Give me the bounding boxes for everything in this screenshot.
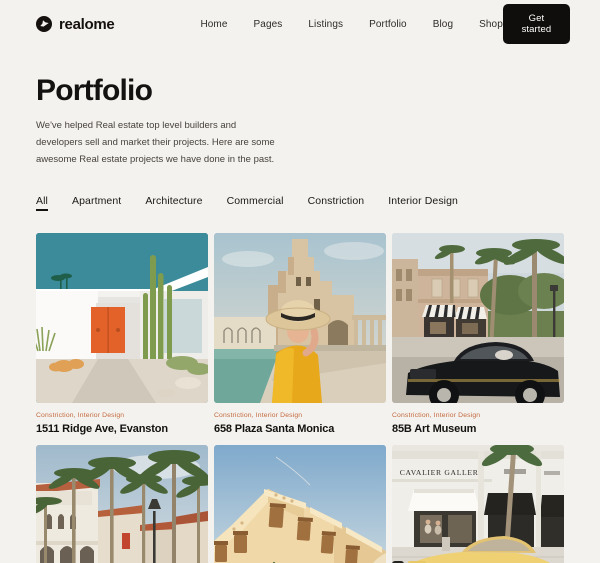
filter-tab-architecture[interactable]: Architecture	[145, 195, 202, 211]
project-title: 85B Art Museum	[392, 422, 477, 435]
nav-link-pages[interactable]: Pages	[254, 19, 283, 30]
portfolio-page: realome Home Pages Listings Portfolio Bl…	[0, 0, 600, 563]
site-header: realome Home Pages Listings Portfolio Bl…	[0, 0, 600, 48]
project-thumbnail[interactable]	[214, 232, 386, 403]
compass-circle-icon	[36, 16, 52, 32]
header-cta-container: Get started	[502, 4, 570, 44]
project-thumbnail[interactable]	[36, 232, 208, 403]
project-title: 1511 Ridge Ave, Evanston	[36, 422, 168, 435]
filter-tab-apartment[interactable]: Apartment	[72, 195, 121, 211]
project-card[interactable]	[36, 444, 208, 563]
project-tags: Constriction, Interior Design	[36, 411, 125, 419]
page-description: We've helped Real estate top level build…	[36, 120, 275, 165]
nav-link-listings[interactable]: Listings	[308, 19, 343, 30]
category-filter-bar: All Apartment Architecture Commercial Co…	[0, 169, 600, 211]
brand-logo[interactable]: realome	[36, 15, 115, 33]
brand-name: realome	[59, 15, 115, 33]
vintage-car-storefront-image	[392, 232, 564, 403]
yellow-car-gallery-image: CAVALIER GALLERY	[392, 444, 564, 563]
midcentury-house-image	[36, 232, 208, 403]
portfolio-grid: Constriction, Interior Design 1511 Ridge…	[0, 211, 600, 563]
project-thumbnail[interactable]	[392, 232, 564, 403]
filter-tab-all[interactable]: All	[36, 195, 48, 211]
nav-link-blog[interactable]: Blog	[433, 19, 453, 30]
project-card[interactable]: Constriction, Interior Design 658 Plaza …	[214, 232, 386, 435]
mediterranean-street-image	[36, 444, 208, 563]
filter-tab-commercial[interactable]: Commercial	[227, 195, 284, 211]
project-card[interactable]: Constriction, Interior Design 85B Art Mu…	[392, 232, 564, 435]
project-thumbnail[interactable]: CAVALIER GALLERY	[392, 444, 564, 563]
project-thumbnail[interactable]	[36, 444, 208, 563]
nav-link-portfolio[interactable]: Portfolio	[369, 19, 407, 30]
project-card[interactable]: Constriction, Interior Design 1511 Ridge…	[36, 232, 208, 435]
main-nav: Home Pages Listings Portfolio Blog Shop	[200, 19, 502, 30]
project-tags: Constriction, Interior Design	[214, 411, 303, 419]
filter-tab-interior-design[interactable]: Interior Design	[388, 195, 458, 211]
project-tags: Constriction, Interior Design	[392, 411, 481, 419]
get-started-button[interactable]: Get started	[502, 4, 570, 44]
intro-section: Portfolio We've helped Real estate top l…	[0, 48, 600, 169]
storefront-sign-text: CAVALIER GALLERY	[400, 468, 485, 477]
project-thumbnail[interactable]	[214, 444, 386, 563]
project-card[interactable]	[214, 444, 386, 563]
adobe-building-image	[214, 444, 386, 563]
woman-yellow-dress-image	[214, 232, 386, 403]
project-title: 658 Plaza Santa Monica	[214, 422, 335, 435]
filter-tab-constriction[interactable]: Constriction	[308, 195, 365, 211]
project-card[interactable]: CAVALIER GALLERY	[392, 444, 564, 563]
nav-link-shop[interactable]: Shop	[479, 19, 503, 30]
nav-link-home[interactable]: Home	[200, 19, 227, 30]
page-title: Portfolio	[36, 74, 153, 107]
